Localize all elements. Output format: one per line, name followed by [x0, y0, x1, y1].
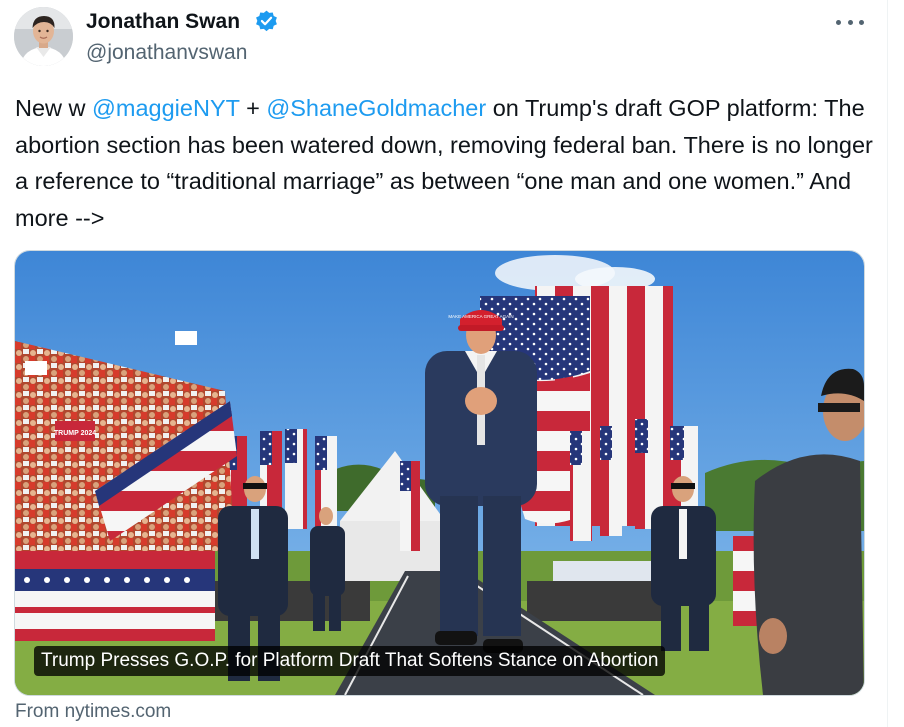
author-name[interactable]: Jonathan Swan	[86, 8, 240, 36]
more-dot	[847, 19, 853, 25]
verified-badge-icon[interactable]	[254, 9, 279, 34]
tweet-text-part: New w	[15, 95, 93, 121]
hat-text: MAKE AMERICA GREAT AGAIN	[448, 314, 513, 319]
link-source[interactable]: From nytimes.com	[15, 700, 171, 724]
link-card-headline[interactable]: Trump Presses G.O.P. for Platform Draft …	[34, 646, 666, 676]
more-dot	[859, 19, 864, 25]
mention-shanegoldmacher[interactable]: @ShaneGoldmacher	[266, 95, 486, 121]
tweet-text-part: +	[239, 95, 267, 121]
rally-photo: MAKE AMERICA GREAT AGAIN TRUMP 2024	[15, 251, 864, 695]
timeline-border	[887, 0, 888, 727]
link-card[interactable]: MAKE AMERICA GREAT AGAIN TRUMP 2024 Trum…	[14, 250, 865, 696]
mention-maggienyt[interactable]: @maggieNYT	[92, 95, 240, 121]
profile-photo-icon	[14, 7, 73, 66]
sign-text: TRUMP 2024	[54, 430, 96, 437]
tweet-text: New w @maggieNYT + @ShaneGoldmacher on T…	[15, 90, 875, 236]
author-avatar[interactable]	[14, 7, 73, 66]
more-options-button[interactable]	[836, 12, 864, 32]
author-handle[interactable]: @jonathanvswan	[86, 39, 247, 67]
more-dots-icon	[836, 19, 841, 25]
